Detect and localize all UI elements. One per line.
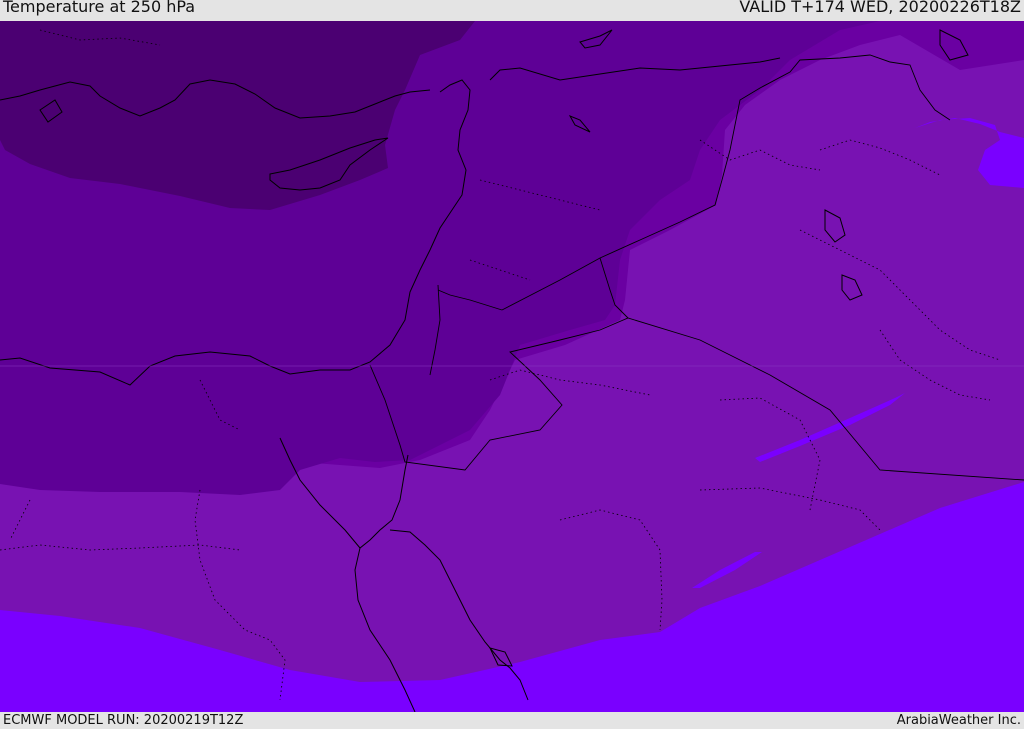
- footer-bar: ECMWF MODEL RUN: 20200219T12Z ArabiaWeat…: [0, 712, 1024, 729]
- model-run: ECMWF MODEL RUN: 20200219T12Z: [3, 713, 244, 728]
- header-bar: Temperature at 250 hPa VALID T+174 WED, …: [0, 0, 1024, 21]
- valid-time: VALID T+174 WED, 20200226T18Z: [739, 0, 1021, 16]
- weather-map[interactable]: [0, 21, 1024, 712]
- credit-label: ArabiaWeather Inc.: [896, 713, 1021, 728]
- temperature-map-svg: [0, 21, 1024, 712]
- map-title: Temperature at 250 hPa: [3, 0, 196, 16]
